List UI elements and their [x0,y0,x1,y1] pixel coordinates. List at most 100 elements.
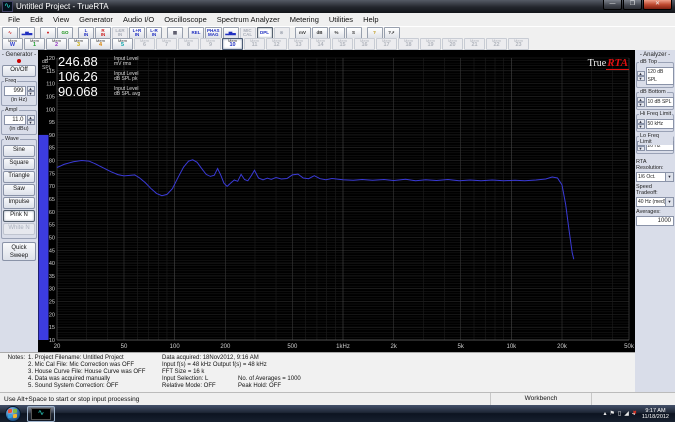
input-level-readouts: 246.88Input LevelmV rms106.26Input Level… [58,54,140,99]
minimize-button[interactable]: — [603,0,622,10]
freq-spinner[interactable]: ▲▼ [27,86,35,96]
mem-button-12[interactable]: Mem12 [266,38,287,50]
note-row4-col3: No. of Averages = 1000 [238,376,635,383]
ampl-unit: (in dBu) [3,126,35,132]
svg-text:50k: 50k [624,344,635,350]
svg-text:2k: 2k [391,344,398,350]
averages-input[interactable]: 1000 [636,216,674,226]
svg-text:500: 500 [287,344,298,350]
truerta-taskbar-icon: ∿ [31,408,51,420]
speed-tradeoff-select[interactable]: 40 Hz (med)▼ [636,197,674,207]
mem-button-14[interactable]: Mem14 [310,38,331,50]
wave-saw[interactable]: Saw [3,184,35,196]
speed-tradeoff-dropdown-icon[interactable]: ▼ [666,197,674,207]
mem-button-10[interactable]: Mem10 [222,38,243,50]
network-icon[interactable]: ◢ [624,407,629,421]
db-top-spinner[interactable]: ▲▼ [637,71,645,81]
notes-area: Notes:1. Project Filename: Untitled Proj… [0,352,635,395]
svg-text:110: 110 [46,82,55,88]
ampl-label: Ampl [4,107,19,113]
mem-button-9[interactable]: Mem9 [200,38,221,50]
battery-icon[interactable]: ▯ [618,407,621,421]
truerta-logo: TrueRTA [588,53,629,71]
mem-button-17[interactable]: Mem17 [376,38,397,50]
mem-button-8[interactable]: Mem8 [178,38,199,50]
wave-triangle[interactable]: Triangle [3,171,35,183]
mem-button-4[interactable]: Mem4 [90,38,111,50]
menu-utilities[interactable]: Utilities [324,15,358,24]
rta-resolution-value: 1/6 Oct. [636,172,666,182]
mem-button-20[interactable]: Mem20 [442,38,463,50]
freq-value[interactable]: 999 [4,86,26,96]
clock-time: 9:17 AM [642,408,669,414]
svg-text:95: 95 [49,120,55,126]
notes-label: Notes: [0,355,28,362]
generator-onoff-button[interactable]: On/Off [2,65,36,77]
svg-text:55: 55 [49,223,55,229]
wave-impulse[interactable]: Impulse [3,197,35,209]
menu-spectrum-analyzer[interactable]: Spectrum Analyzer [212,15,285,24]
mem-button-21[interactable]: Mem21 [464,38,485,50]
start-button[interactable] [5,406,21,422]
mem-button-7[interactable]: Mem7 [156,38,177,50]
menu-file[interactable]: File [3,15,25,24]
mem-button-22[interactable]: Mem22 [486,38,507,50]
db-bottom-spinner[interactable]: ▲▼ [637,97,645,107]
wave-pink-n[interactable]: Pink N [3,210,35,222]
ampl-spinner[interactable]: ▲▼ [27,115,35,125]
mem-button-19[interactable]: Mem19 [420,38,441,50]
svg-text:10k: 10k [506,344,517,350]
menu-generator[interactable]: Generator [74,15,118,24]
logo-rta: RTA [606,57,629,70]
mem-button-18[interactable]: Mem18 [398,38,419,50]
chevron-up-icon[interactable]: ▴ [604,407,607,421]
mem-button-11[interactable]: Mem11 [244,38,265,50]
logo-true: True [588,58,607,69]
menu-help[interactable]: Help [358,15,383,24]
mem-button-w[interactable]: MemW [2,38,23,50]
mem-button-3[interactable]: Mem3 [68,38,89,50]
maximize-button[interactable]: ❐ [623,0,642,10]
mem-button-15[interactable]: Mem15 [332,38,353,50]
close-button[interactable]: ✕ [643,0,672,10]
hi-freq-limit-group: Hi Freq Limit▲▼50 kHz [636,114,674,132]
taskbar-clock[interactable]: 9:17 AM 11/18/2012 [638,408,675,420]
db-bottom-value[interactable]: 10 dB SPL [646,97,674,107]
wave-group: Wave SineSquareTriangleSawImpulsePink NW… [1,139,37,239]
notes-label [0,362,28,369]
menu-view[interactable]: View [48,15,74,24]
taskbar-truerta-button[interactable]: ∿ [27,406,55,422]
mem-button-16[interactable]: Mem16 [354,38,375,50]
db-top-value[interactable]: 120 dB SPL [646,67,674,85]
notes-label [0,369,28,376]
mem-button-13[interactable]: Mem13 [288,38,309,50]
mem-button-6[interactable]: Mem6 [134,38,155,50]
note-row5-col1: 5. Sound System Correction: OFF [28,383,162,390]
generator-panel: - Generator - On/Off Freq 999 ▲▼ (in Hz)… [0,50,38,352]
readout-db-spl-avg: 90.068Input LeveldB SPL avg [58,84,140,99]
mem-button-1[interactable]: Mem1 [24,38,45,50]
mem-button-5[interactable]: Mem5 [112,38,133,50]
wave-white-n[interactable]: White N [3,223,35,235]
title-bar[interactable]: ∿ Untitled Project - TrueRTA — ❐ ✕ [0,0,675,13]
quick-sweep-button[interactable]: Quick Sweep [2,242,36,261]
rta-resolution-select[interactable]: 1/6 Oct.▼ [636,172,674,182]
flag-icon[interactable]: ⚑ [610,407,615,421]
hi-freq-limit-spinner[interactable]: ▲▼ [637,119,645,129]
svg-text:15: 15 [49,325,55,331]
menu-edit[interactable]: Edit [25,15,48,24]
wave-sine[interactable]: Sine [3,145,35,157]
mem-button-23[interactable]: Mem23 [508,38,529,50]
hi-freq-limit-value[interactable]: 50 kHz [646,119,674,129]
rta-chart: 1015202530354045505560657075808590951001… [38,50,635,352]
db-top-label: dB Top [639,59,658,65]
rta-resolution-dropdown-icon[interactable]: ▼ [666,172,674,182]
mem-button-2[interactable]: Mem2 [46,38,67,50]
menu-oscilloscope[interactable]: Oscilloscope [159,15,212,24]
wave-square[interactable]: Square [3,158,35,170]
note-row4-col1: 4. Data was acquired manually [28,376,162,383]
menu-metering[interactable]: Metering [285,15,324,24]
menu-audio-i-o[interactable]: Audio I/O [118,15,159,24]
ampl-value[interactable]: 11.0 [4,115,26,125]
speaker-muted-icon[interactable]: ◂✖ [632,407,635,421]
